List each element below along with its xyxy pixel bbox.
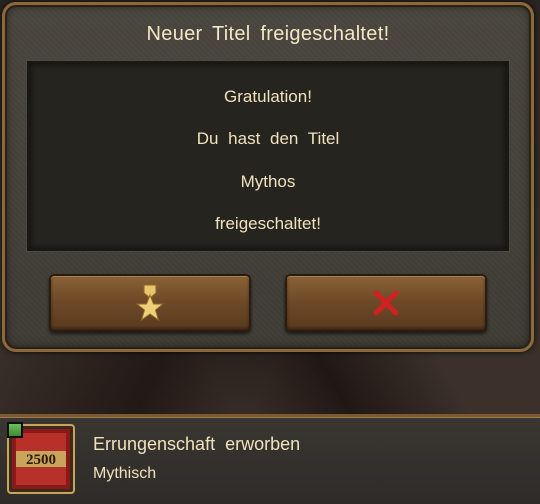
achievement-notification: 2500 Errungenschaft erworben Mythisch [0, 414, 540, 504]
message-unlocked: freigeschaltet! [215, 214, 321, 233]
select-title-button[interactable] [49, 274, 251, 332]
notification-title: Errungenschaft erworben [93, 434, 301, 454]
notification-subtitle: Mythisch [93, 465, 157, 482]
title-unlocked-dialog: Neuer Titel freigeschaltet! Gratulation!… [2, 2, 534, 352]
message-title-name: Mythos [240, 172, 296, 191]
completed-check-icon [7, 422, 23, 438]
close-button[interactable] [285, 274, 487, 332]
badge-value: 2500 [26, 452, 56, 468]
dialog-title: Neuer Titel freigeschaltet! [146, 23, 390, 45]
star-medal-icon [135, 284, 165, 322]
message-congrats: Gratulation! [224, 87, 312, 106]
message-text: Du hast den Titel [196, 129, 340, 148]
red-x-icon [373, 290, 399, 316]
message-panel: Gratulation! Du hast den Titel Mythos fr… [27, 61, 509, 251]
